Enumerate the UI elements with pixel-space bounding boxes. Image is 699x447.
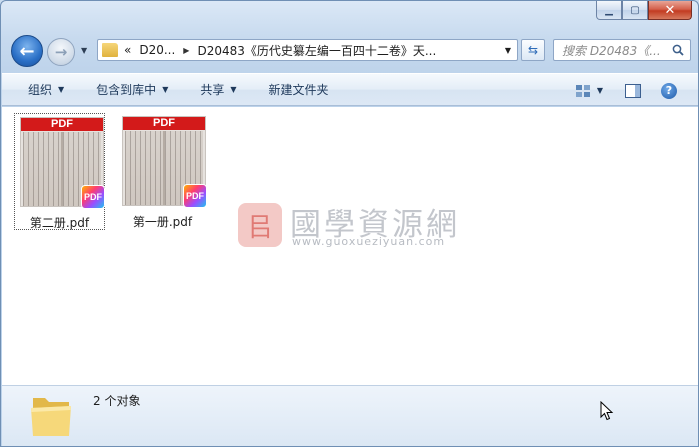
close-icon: ✕ xyxy=(664,2,676,18)
watermark: 㠯 國學資源網 www.guoxueziyuan.com xyxy=(238,197,478,249)
share-menu[interactable]: 共享 ▼ xyxy=(200,81,236,98)
file-name[interactable]: 第二册.pdf xyxy=(15,214,104,231)
chevron-down-icon: ▼ xyxy=(81,46,88,55)
preview-pane-button[interactable] xyxy=(625,83,641,98)
organize-label: 组织 xyxy=(28,83,53,97)
maximize-icon: ▢ xyxy=(630,4,640,16)
forward-arrow-icon: → xyxy=(54,43,68,61)
navigation-bar: ← → ▼ « D20... ▶ D20483《历代史纂左编一百四十二卷》天..… xyxy=(11,35,691,67)
watermark-url: www.guoxueziyuan.com xyxy=(292,235,446,248)
chevron-down-icon: ▼ xyxy=(58,85,65,94)
recent-pages-dropdown[interactable]: ▼ xyxy=(81,46,91,56)
file-item[interactable]: PDF PDF 第二册.pdf xyxy=(14,113,105,230)
address-dropdown-button[interactable]: ▼ xyxy=(499,40,517,60)
new-folder-label: 新建文件夹 xyxy=(268,83,329,97)
file-name[interactable]: 第一册.pdf xyxy=(117,213,208,230)
command-bar: 组织 ▼ 包含到库中 ▼ 共享 ▼ 新建文件夹 ▼ ? xyxy=(2,73,698,107)
toolbar-right-group: ▼ ? xyxy=(575,74,698,107)
search-input[interactable]: 搜索 D20483《... xyxy=(562,42,661,59)
share-label: 共享 xyxy=(200,83,225,97)
chevron-down-icon: ▼ xyxy=(230,85,237,94)
folder-icon xyxy=(102,43,118,57)
folder-icon xyxy=(31,398,71,436)
minimize-icon: ▁ xyxy=(605,4,613,16)
breadcrumb-overflow[interactable]: « xyxy=(124,43,131,57)
refresh-icon: ⇆ xyxy=(527,43,539,57)
file-list-area[interactable]: PDF PDF 第二册.pdf PDF PDF 第一册.pdf 㠯 國學資源網 … xyxy=(2,107,698,385)
close-button[interactable]: ✕ xyxy=(648,1,692,20)
view-options-icon xyxy=(575,84,590,97)
change-view-button[interactable]: ▼ xyxy=(575,84,603,98)
file-item[interactable]: PDF PDF 第一册.pdf xyxy=(117,113,208,230)
pdf-app-icon: PDF xyxy=(183,184,207,208)
search-icon xyxy=(672,44,684,56)
address-bar[interactable]: « D20... ▶ D20483《历代史纂左编一百四十二卷》天... ▼ xyxy=(97,39,518,61)
include-in-library-menu[interactable]: 包含到库中 ▼ xyxy=(96,81,168,98)
back-arrow-icon: ← xyxy=(19,40,35,62)
new-folder-button[interactable]: 新建文件夹 xyxy=(269,81,329,98)
forward-button[interactable]: → xyxy=(47,38,75,66)
pdf-app-icon: PDF xyxy=(81,185,105,209)
minimize-button[interactable]: ▁ xyxy=(596,1,622,20)
breadcrumb-segment-current[interactable]: D20483《历代史纂左编一百四十二卷》天... xyxy=(197,42,436,59)
organize-menu[interactable]: 组织 ▼ xyxy=(28,81,64,98)
seal-logo-icon: 㠯 xyxy=(238,203,282,247)
search-box[interactable]: 搜索 D20483《... xyxy=(553,39,691,61)
window-caption-buttons: ▁ ▢ ✕ xyxy=(596,1,692,21)
mouse-cursor-icon xyxy=(600,401,614,421)
pdf-banner: PDF xyxy=(21,118,103,131)
pdf-banner: PDF xyxy=(123,117,205,130)
item-count: 2 个对象 xyxy=(93,394,141,408)
details-pane: 2 个对象 xyxy=(2,385,698,446)
explorer-window: ▁ ▢ ✕ ← → ▼ « D20... ▶ D20483《历代史纂左编一百四十… xyxy=(0,0,699,447)
help-icon[interactable]: ? xyxy=(661,82,677,99)
chevron-down-icon: ▼ xyxy=(596,86,603,95)
breadcrumb-separator-icon[interactable]: ▶ xyxy=(183,46,189,55)
breadcrumb-segment[interactable]: D20... xyxy=(139,43,175,57)
refresh-button[interactable]: ⇆ xyxy=(521,39,545,61)
chevron-down-icon: ▼ xyxy=(504,45,512,55)
include-in-library-label: 包含到库中 xyxy=(96,83,157,97)
back-button[interactable]: ← xyxy=(11,35,43,67)
maximize-button[interactable]: ▢ xyxy=(622,1,648,20)
chevron-down-icon: ▼ xyxy=(162,85,169,94)
